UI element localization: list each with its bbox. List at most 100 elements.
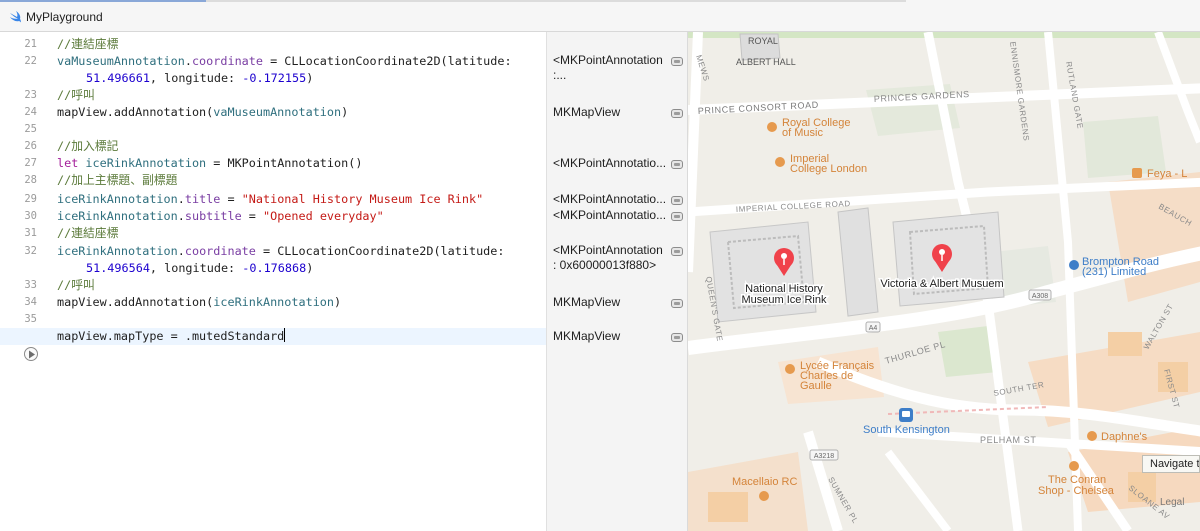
road-badge-a4: A4: [865, 321, 881, 333]
code-number: -0.176868: [242, 261, 307, 275]
code-property: subtitle: [184, 209, 242, 223]
code-line[interactable]: //連結座標: [0, 36, 546, 53]
code-text: 51.496661, longitude: -0.172155): [86, 70, 313, 87]
code-text: let iceRinkAnnotation = MKPointAnnotatio…: [57, 155, 362, 172]
svg-text:Feya - L: Feya - L: [1147, 168, 1187, 180]
code-property: coordinate: [184, 244, 256, 258]
code-plain: mapView.addAnnotation(: [57, 105, 214, 119]
code-comment: //呼叫: [57, 278, 95, 292]
building-block: [1108, 332, 1142, 356]
map-canvas[interactable]: A3218 A4 A308 ROYAL ALBERT HALL PRINCE C…: [688, 32, 1200, 531]
svg-text:Daphne's: Daphne's: [1101, 431, 1148, 443]
quick-look-icon[interactable]: [671, 160, 683, 169]
code-plain: ): [306, 71, 314, 85]
code-property: title: [184, 192, 221, 206]
code-text: mapView.addAnnotation(vaMuseumAnnotation…: [57, 104, 348, 121]
code-line[interactable]: mapView.addAnnotation(iceRinkAnnotation): [0, 294, 546, 311]
code-number: -0.172155: [242, 71, 307, 85]
svg-text:South Kensington: South Kensington: [863, 424, 950, 436]
quick-look-icon[interactable]: [671, 196, 683, 205]
building-block: [708, 492, 748, 522]
quick-look-icon[interactable]: [671, 299, 683, 308]
svg-text:Macellaio RC: Macellaio RC: [732, 476, 797, 488]
code-identifier: vaMuseumAnnotation: [57, 54, 185, 68]
code-string: "National History Museum Ice Rink": [241, 192, 484, 206]
result-value[interactable]: <MKPointAnnotation: [553, 53, 663, 68]
svg-text:A308: A308: [1032, 293, 1048, 300]
run-button[interactable]: [24, 347, 38, 361]
results-sidebar: <MKPointAnnotation:... MKMapView <MKPointA…: [546, 32, 688, 531]
result-value[interactable]: MKMapView: [553, 295, 620, 310]
code-line[interactable]: iceRinkAnnotation.title = "National Hist…: [0, 191, 546, 208]
code-line-wrap[interactable]: 51.496661, longitude: -0.172155): [0, 70, 546, 87]
result-value[interactable]: <MKPointAnnotation: [553, 243, 663, 258]
tab-strip-line: [206, 0, 906, 2]
code-identifier: iceRinkAnnotation: [57, 244, 178, 258]
svg-text:Shop - Chelsea: Shop - Chelsea: [1038, 485, 1115, 497]
code-identifier: iceRinkAnnotation: [85, 156, 207, 170]
line-number: 35: [24, 313, 37, 325]
svg-text:A3218: A3218: [814, 453, 834, 460]
code-plain: =: [220, 192, 242, 206]
code-plain: mapView.mapType = .mutedStandard: [57, 329, 285, 343]
code-line[interactable]: iceRinkAnnotation.coordinate = CLLocatio…: [0, 243, 546, 260]
map-pin-icon: [939, 249, 945, 255]
text-caret: [284, 328, 286, 342]
code-line[interactable]: //連結座標: [0, 225, 546, 242]
code-line[interactable]: //加入標記: [0, 138, 546, 155]
code-line[interactable]: //加上主標題、副標題: [0, 172, 546, 189]
code-identifier: vaMuseumAnnotation: [213, 105, 342, 119]
project-name[interactable]: MyPlayground: [26, 10, 103, 24]
code-text: iceRinkAnnotation.subtitle = "Opened eve…: [57, 209, 384, 223]
quick-look-icon[interactable]: [671, 109, 683, 118]
legal-link[interactable]: Legal: [1160, 497, 1184, 508]
result-value[interactable]: <MKPointAnnotatio...: [553, 208, 666, 223]
museum-building: [709, 221, 817, 323]
code-plain: ): [306, 261, 314, 275]
map-view[interactable]: A3218 A4 A308 ROYAL ALBERT HALL PRINCE C…: [688, 32, 1200, 531]
code-plain: ): [341, 105, 349, 119]
street-label: ALBERT HALL: [736, 57, 796, 67]
code-line[interactable]: let iceRinkAnnotation = MKPointAnnotatio…: [0, 155, 546, 172]
code-text: iceRinkAnnotation.title = "National Hist…: [57, 192, 484, 206]
code-string: "Opened everyday": [263, 209, 384, 223]
code-line[interactable]: //呼叫: [0, 277, 546, 294]
code-identifier: iceRinkAnnotation: [213, 295, 335, 309]
code-editor[interactable]: 21222324252627282930313233343536 //連結座標 …: [0, 32, 546, 531]
poi-brompton-road[interactable]: Brompton Road (231) Limited: [1069, 256, 1159, 278]
code-plain: = CLLocationCoordinate2D(latitude:: [255, 244, 505, 258]
quick-look-icon[interactable]: [671, 57, 683, 66]
quick-look-icon[interactable]: [671, 212, 683, 221]
code-line[interactable]: mapView.addAnnotation(vaMuseumAnnotation…: [0, 104, 546, 121]
code-line-wrap[interactable]: 51.496564, longitude: -0.176868): [0, 260, 546, 277]
navigate-tooltip: Navigate t: [1142, 455, 1200, 473]
code-comment: //連結座標: [57, 226, 119, 240]
quick-look-icon[interactable]: [671, 333, 683, 342]
result-value[interactable]: MKMapView: [553, 329, 620, 344]
window-toolbar: MyPlayground: [0, 0, 1200, 32]
road-badge-a3218: A3218: [809, 449, 839, 461]
result-value[interactable]: <MKPointAnnotatio...: [553, 156, 666, 171]
code-identifier: iceRinkAnnotation: [57, 192, 178, 206]
code-comment: //加入標記: [57, 139, 119, 153]
result-value[interactable]: <MKPointAnnotatio...: [553, 192, 666, 207]
active-tab-indicator: [0, 0, 206, 2]
code-plain: ): [334, 295, 342, 309]
code-line[interactable]: //呼叫: [0, 87, 546, 104]
result-value-continued: : 0x60000013f880>: [553, 258, 657, 272]
result-value[interactable]: MKMapView: [553, 105, 620, 120]
code-line[interactable]: vaMuseumAnnotation.coordinate = CLLocati…: [0, 53, 546, 70]
code-line-current[interactable]: mapView.mapType = .mutedStandard: [0, 328, 546, 345]
code-text: mapView.mapType = .mutedStandard: [57, 328, 286, 345]
quick-look-icon[interactable]: [671, 247, 683, 256]
svg-text:Museum Ice Rink: Museum Ice Rink: [742, 294, 827, 306]
code-line[interactable]: iceRinkAnnotation.subtitle = "Opened eve…: [0, 208, 546, 225]
code-plain: = MKPointAnnotation(): [206, 156, 363, 170]
code-number: 51.496564: [86, 261, 150, 275]
street-label: PELHAM ST: [980, 435, 1036, 445]
code-text: vaMuseumAnnotation.coordinate = CLLocati…: [57, 54, 512, 68]
code-text: mapView.addAnnotation(iceRinkAnnotation): [57, 294, 341, 311]
code-plain: , longitude:: [149, 71, 243, 85]
swift-icon: [10, 11, 21, 23]
code-text: iceRinkAnnotation.coordinate = CLLocatio…: [57, 244, 505, 258]
